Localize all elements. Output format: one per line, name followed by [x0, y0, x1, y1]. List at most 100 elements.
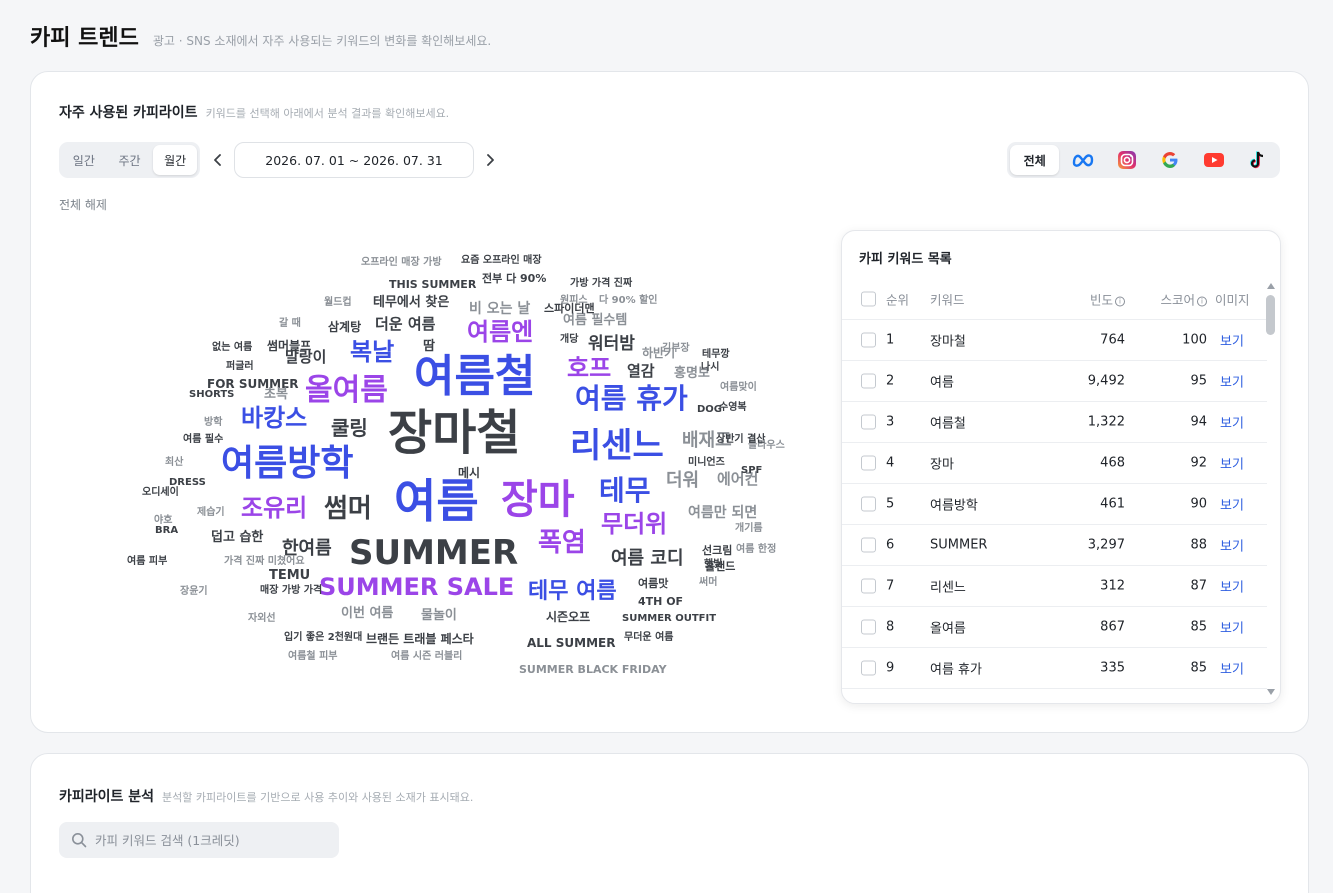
cloud-keyword[interactable]: 썸머: [324, 496, 372, 522]
view-image-link[interactable]: 보기: [1220, 659, 1244, 678]
keyword-row[interactable]: 3 여름철 1,322 94 보기: [842, 402, 1267, 443]
cloud-keyword[interactable]: 갈 때: [279, 319, 301, 329]
cloud-keyword[interactable]: 여름엔: [467, 320, 533, 344]
cloud-keyword[interactable]: 워터밤: [588, 336, 635, 353]
cloud-keyword[interactable]: 물놀이: [421, 609, 457, 622]
cloud-keyword[interactable]: 자외선: [248, 614, 276, 624]
cloud-keyword[interactable]: 테무깡: [702, 350, 730, 360]
cloud-keyword[interactable]: 전부 다 90%: [482, 273, 546, 284]
cloud-keyword[interactable]: 퍼글러: [226, 362, 254, 372]
cloud-keyword[interactable]: SUMMER SALE: [319, 575, 514, 599]
cloud-keyword[interactable]: 가격 진짜 미쳤어요: [224, 557, 305, 567]
keyword-row[interactable]: 2 여름 9,492 95 보기: [842, 361, 1267, 402]
cloud-keyword[interactable]: 여름 코디: [611, 550, 684, 568]
cloud-keyword[interactable]: 올여름: [305, 376, 388, 406]
cloud-keyword[interactable]: 덥고 습한: [211, 531, 263, 544]
cloud-keyword[interactable]: 여름 필수템: [563, 314, 627, 327]
cloud-keyword[interactable]: 개기름: [735, 524, 763, 534]
cloud-keyword[interactable]: 요즘 오프라인 매장: [461, 256, 542, 266]
cloud-keyword[interactable]: 써머: [699, 578, 717, 588]
cloud-keyword[interactable]: 여름 한정: [736, 545, 776, 555]
cloud-keyword[interactable]: 오디세이: [142, 488, 179, 498]
view-image-link[interactable]: 보기: [1220, 577, 1244, 596]
view-image-link[interactable]: 보기: [1220, 495, 1244, 514]
cloud-keyword[interactable]: 없는 여름: [212, 343, 252, 353]
cloud-keyword[interactable]: 다 90% 할인: [599, 296, 658, 306]
cloud-keyword[interactable]: 더운 여름: [375, 317, 435, 332]
cloud-keyword[interactable]: SUMMER BLACK FRIDAY: [519, 664, 667, 675]
keyword-row[interactable]: 5 여름방학 461 90 보기: [842, 484, 1267, 525]
clear-all-button[interactable]: 전체 해제: [59, 196, 107, 213]
cloud-keyword[interactable]: 바캉스: [241, 406, 307, 430]
cloud-keyword[interactable]: 시즌오프: [546, 611, 590, 623]
platform-tiktok-button[interactable]: [1237, 145, 1277, 175]
date-range-picker[interactable]: 2026. 07. 01 ~ 2026. 07. 31: [234, 142, 474, 178]
platform-meta-button[interactable]: [1063, 145, 1103, 175]
keyword-row[interactable]: 9 여름 휴가 335 85 보기: [842, 648, 1267, 689]
platform-youtube-button[interactable]: [1194, 145, 1234, 175]
row-checkbox[interactable]: [861, 373, 876, 389]
period-daily-button[interactable]: 일간: [62, 145, 106, 175]
info-icon[interactable]: i: [1197, 296, 1207, 307]
cloud-keyword[interactable]: 오프라인 매장 가방: [361, 258, 442, 268]
scroll-up-icon[interactable]: [1267, 283, 1275, 289]
cloud-keyword[interactable]: SPF: [741, 466, 762, 476]
cloud-keyword[interactable]: 초복: [264, 388, 288, 401]
keyword-row[interactable]: 7 리센느 312 87 보기: [842, 566, 1267, 607]
row-checkbox[interactable]: [861, 455, 876, 471]
cloud-keyword[interactable]: SUMMER: [349, 536, 518, 570]
cloud-keyword[interactable]: 제습기: [197, 508, 225, 518]
cloud-keyword[interactable]: 리센느: [570, 429, 664, 463]
next-period-button[interactable]: [480, 150, 500, 170]
cloud-keyword[interactable]: 장마철: [388, 409, 520, 457]
cloud-keyword[interactable]: 월드컵: [324, 298, 352, 308]
keyword-row[interactable]: 8 올여름 867 85 보기: [842, 607, 1267, 648]
cloud-keyword[interactable]: 여름 시즌 러블리: [391, 652, 462, 662]
cloud-keyword[interactable]: 장마: [501, 480, 575, 520]
cloud-keyword[interactable]: 최산: [165, 458, 183, 468]
cloud-keyword[interactable]: 비 오는 날: [469, 302, 530, 316]
cloud-keyword[interactable]: 김부장: [662, 344, 690, 354]
cloud-keyword[interactable]: 입기 좋은 2천원대: [284, 633, 362, 643]
cloud-keyword[interactable]: 여름철: [414, 355, 535, 399]
cloud-keyword[interactable]: 여름맛: [638, 578, 668, 589]
cloud-keyword[interactable]: 나시: [701, 363, 719, 373]
cloud-keyword[interactable]: 메시: [458, 467, 480, 479]
cloud-keyword[interactable]: 호프: [567, 356, 611, 380]
cloud-keyword[interactable]: 브랜든 트래블 페스타: [366, 633, 474, 645]
row-checkbox[interactable]: [861, 414, 876, 430]
scroll-down-icon[interactable]: [1267, 689, 1275, 695]
cloud-keyword[interactable]: 상반기 결산: [716, 435, 765, 445]
cloud-keyword[interactable]: 땀: [423, 340, 435, 353]
cloud-keyword[interactable]: 가방 가격 진짜: [570, 279, 632, 289]
cloud-keyword[interactable]: 4TH OF: [638, 596, 683, 607]
cloud-keyword[interactable]: 썸머블프: [267, 340, 311, 352]
scroll-thumb[interactable]: [1266, 295, 1275, 335]
platform-google-button[interactable]: [1150, 145, 1190, 175]
cloud-keyword[interactable]: 미니언즈: [688, 458, 725, 468]
cloud-keyword[interactable]: 여름 휴가: [575, 385, 688, 413]
info-icon[interactable]: i: [1115, 296, 1125, 307]
period-monthly-button[interactable]: 월간: [153, 145, 198, 175]
view-image-link[interactable]: 보기: [1220, 454, 1244, 473]
cloud-keyword[interactable]: 폭염: [538, 530, 586, 556]
cloud-keyword[interactable]: 여름맞이: [720, 383, 757, 393]
platform-instagram-button[interactable]: [1107, 145, 1147, 175]
cloud-keyword[interactable]: 여름 필수: [183, 435, 223, 445]
cloud-keyword[interactable]: THIS SUMMER: [389, 279, 476, 290]
cloud-keyword[interactable]: 무더운 여름: [624, 633, 673, 643]
cloud-keyword[interactable]: 매장 가방 가격: [260, 586, 322, 596]
cloud-keyword[interactable]: 테무: [599, 477, 651, 505]
cloud-keyword[interactable]: 삼계탕: [328, 321, 361, 333]
view-image-link[interactable]: 보기: [1220, 331, 1244, 350]
view-image-link[interactable]: 보기: [1220, 536, 1244, 555]
cloud-keyword[interactable]: SHORTS: [189, 390, 234, 400]
cloud-keyword[interactable]: TEMU: [269, 569, 310, 582]
keyword-list-scrollbar[interactable]: [1266, 279, 1276, 699]
keyword-search-input[interactable]: [95, 832, 325, 848]
cloud-keyword[interactable]: 수영복: [719, 403, 747, 413]
keyword-row[interactable]: 4 장마 468 92 보기: [842, 443, 1267, 484]
row-checkbox[interactable]: [861, 578, 876, 594]
view-image-link[interactable]: 보기: [1220, 618, 1244, 637]
cloud-keyword[interactable]: 선크림: [702, 545, 732, 556]
